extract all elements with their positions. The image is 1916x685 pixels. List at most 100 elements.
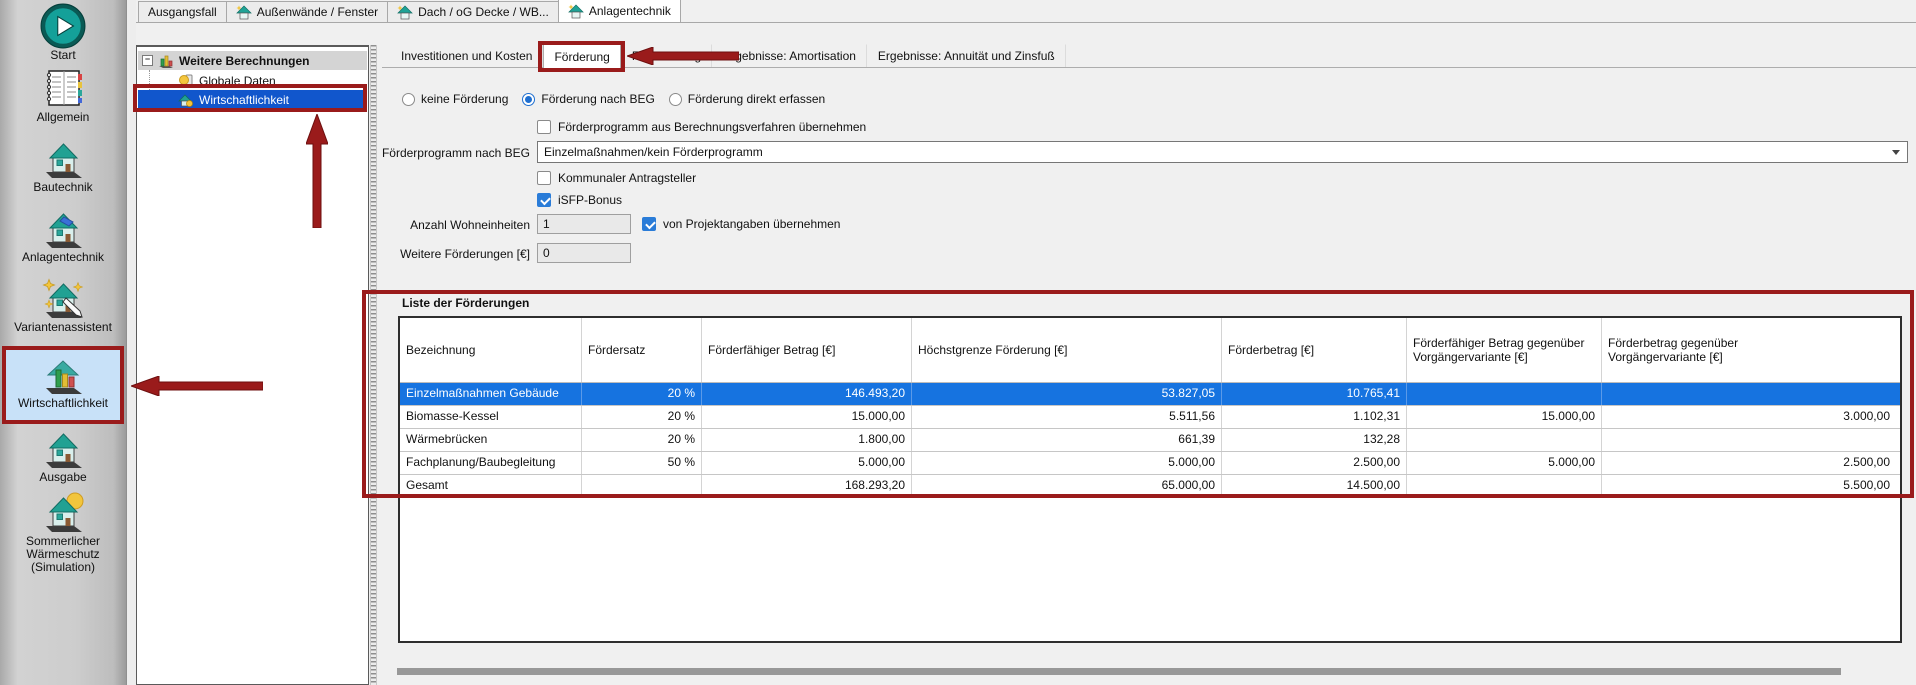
checkbox-foerderprogramm-uebernehmen[interactable]: Förderprogramm aus Berechnungsverfahren … xyxy=(537,119,866,135)
anzahl-wohneinheiten-input[interactable] xyxy=(537,214,631,234)
radio-foerderung-direkt-erfassen[interactable]: Förderung direkt erfassen xyxy=(668,92,825,106)
column-header-2[interactable]: Fördersatz xyxy=(582,318,702,382)
sidebar-item-anlagentechnik[interactable]: Anlagentechnik xyxy=(0,206,126,264)
table-cell[interactable]: 50 % xyxy=(582,452,702,474)
table-cell[interactable]: 15.000,00 xyxy=(702,406,912,428)
sidebar-item-label: Anlagentechnik xyxy=(21,250,105,264)
application-window: Start Allgemein Bautechnik Anlagentechnik Va… xyxy=(0,0,1916,685)
table-cell[interactable] xyxy=(1407,429,1602,451)
horizontal-scrollbar[interactable] xyxy=(397,668,1841,675)
table-cell[interactable]: 132,28 xyxy=(1222,429,1407,451)
table-cell[interactable] xyxy=(1407,475,1602,497)
table-cell[interactable]: Gesamt xyxy=(400,475,582,497)
tree-item-wirtschaftlichkeit[interactable]: Wirtschaftlichkeit xyxy=(138,90,367,110)
sidebar-item-allgemein[interactable]: Allgemein xyxy=(0,66,126,124)
table-cell[interactable]: Einzelmaßnahmen Gebäude xyxy=(400,383,582,405)
table-cell[interactable]: 53.827,05 xyxy=(912,383,1222,405)
table-cell[interactable]: 168.293,20 xyxy=(702,475,912,497)
table-row[interactable]: Wärmebrücken 20 % 1.800,00 661,39 132,28 xyxy=(400,429,1900,452)
checkbox-label: Förderprogramm aus Berechnungsverfahren … xyxy=(558,120,867,134)
radio-icon xyxy=(668,92,682,106)
content-tab-label: Finanzierung xyxy=(631,49,702,63)
table-cell[interactable]: 5.000,00 xyxy=(912,452,1222,474)
table-cell[interactable]: Wärmebrücken xyxy=(400,429,582,451)
foerderprogramm-combobox[interactable]: Einzelmaßnahmen/kein Förderprogramm xyxy=(537,141,1908,163)
checkbox-label: von Projektangaben übernehmen xyxy=(663,217,841,231)
column-header-3[interactable]: Förderfähiger Betrag [€] xyxy=(702,318,912,382)
content-tab-label: Ergebnisse: Annuität und Zinsfuß xyxy=(877,49,1055,63)
column-header-1[interactable]: Bezeichnung xyxy=(400,318,582,382)
sidebar-item-wirtschaftlichkeit[interactable]: Wirtschaftlichkeit xyxy=(2,346,124,424)
variant-tab-ausgangsfall[interactable]: Ausgangsfall xyxy=(138,1,227,22)
checkbox-isfp-bonus[interactable]: iSFP-Bonus xyxy=(537,192,622,208)
table-cell[interactable] xyxy=(582,475,702,497)
content-tab-ergebnisse-annuitaet[interactable]: Ergebnisse: Annuität und Zinsfuß xyxy=(867,44,1066,67)
table-cell[interactable]: 20 % xyxy=(582,406,702,428)
table-cell[interactable]: 5.500,00 xyxy=(1602,475,1896,497)
table-cell[interactable]: 2.500,00 xyxy=(1222,452,1407,474)
table-cell[interactable]: 3.000,00 xyxy=(1602,406,1896,428)
table-cell[interactable]: 146.493,20 xyxy=(702,383,912,405)
sidebar-item-start[interactable]: Start xyxy=(0,3,126,62)
table-cell[interactable]: 20 % xyxy=(582,429,702,451)
table-cell[interactable]: 1.800,00 xyxy=(702,429,912,451)
panel-splitter[interactable] xyxy=(370,45,377,685)
table-cell[interactable] xyxy=(1602,429,1896,451)
radio-foerderung-nach-beg[interactable]: Förderung nach BEG xyxy=(522,92,655,106)
house-solar-icon xyxy=(0,206,126,250)
table-row[interactable]: Fachplanung/Baubegleitung 50 % 5.000,00 5.0… xyxy=(400,452,1900,475)
table-cell[interactable]: 20 % xyxy=(582,383,702,405)
tree-expander-icon[interactable]: − xyxy=(142,55,153,66)
table-cell[interactable]: 2.500,00 xyxy=(1602,452,1896,474)
column-header-4[interactable]: Höchstgrenze Förderung [€] xyxy=(912,318,1222,382)
table-cell[interactable]: 5.000,00 xyxy=(1407,452,1602,474)
sidebar-item-sommerlicher-waermeschutz[interactable]: Sommerlicher Wärmeschutz (Simulation) xyxy=(0,490,126,574)
table-cell[interactable]: 14.500,00 xyxy=(1222,475,1407,497)
table-cell[interactable]: Fachplanung/Baubegleitung xyxy=(400,452,582,474)
sidebar-item-variantenassistent[interactable]: Variantenassistent xyxy=(0,276,126,334)
table-cell[interactable]: 661,39 xyxy=(912,429,1222,451)
calculation-tree-panel: − Weitere Berechnungen Globale Daten Wir… xyxy=(136,45,369,685)
table-cell[interactable] xyxy=(1407,383,1602,405)
table-cell[interactable]: 15.000,00 xyxy=(1407,406,1602,428)
table-cell[interactable]: 5.511,56 xyxy=(912,406,1222,428)
table-row[interactable]: Einzelmaßnahmen Gebäude 20 % 146.493,20 53.… xyxy=(400,383,1900,406)
variant-tab-aussenwaende-fenster[interactable]: Außenwände / Fenster xyxy=(225,1,389,22)
variant-house-icon xyxy=(397,5,413,20)
variant-tab-dach-og-decke[interactable]: Dach / oG Decke / WB... xyxy=(387,1,559,22)
table-row[interactable]: Gesamt 168.293,20 65.000,00 14.500,00 5.500,… xyxy=(400,475,1900,498)
table-cell[interactable]: 5.000,00 xyxy=(702,452,912,474)
weitere-foerderungen-input[interactable] xyxy=(537,243,631,263)
column-header-7[interactable]: Förderbetrag gegenüber Vorgängervariante… xyxy=(1602,318,1896,382)
variant-tab-anlagentechnik[interactable]: Anlagentechnik xyxy=(557,0,681,22)
content-tab-investitionen-und-kosten[interactable]: Investitionen und Kosten xyxy=(390,44,544,67)
column-header-5[interactable]: Förderbetrag [€] xyxy=(1222,318,1407,382)
table-cell[interactable]: 10.765,41 xyxy=(1222,383,1407,405)
tree-item-globale-daten[interactable]: Globale Daten xyxy=(138,71,367,91)
column-header-6[interactable]: Förderfähiger Betrag gegenüber Vorgänger… xyxy=(1407,318,1602,382)
radio-keine-foerderung[interactable]: keine Förderung xyxy=(402,92,508,106)
checkbox-kommunaler-antragsteller[interactable]: Kommunaler Antragsteller xyxy=(537,170,696,186)
checkbox-icon xyxy=(537,120,551,134)
foerderprogramm-nach-beg-label: Förderprogramm nach BEG xyxy=(381,146,530,160)
group-title-liste-der-foerderungen: Liste der Förderungen xyxy=(402,296,530,310)
combobox-value: Einzelmaßnahmen/kein Förderprogramm xyxy=(544,145,763,159)
sidebar-item-ausgabe[interactable]: Ausgabe xyxy=(0,426,126,484)
checkbox-label: iSFP-Bonus xyxy=(558,193,623,207)
checkbox-icon xyxy=(537,193,551,207)
table-row[interactable]: Biomasse-Kessel 20 % 15.000,00 5.511,56 1.10… xyxy=(400,406,1900,429)
table-cell[interactable]: Biomasse-Kessel xyxy=(400,406,582,428)
notebook-icon xyxy=(0,66,126,110)
content-tab-ergebnisse-amortisation[interactable]: Ergebnisse: Amortisation xyxy=(712,44,867,67)
content-tab-finanzierung[interactable]: Finanzierung xyxy=(621,44,713,67)
column-header-label: Förderbetrag gegenüber Vorgängervariante… xyxy=(1608,336,1739,364)
content-tab-foerderung[interactable]: Förderung xyxy=(543,44,621,68)
table-cell[interactable] xyxy=(1602,383,1896,405)
foerderungen-table: Bezeichnung Fördersatz Förderfähiger Betra… xyxy=(398,316,1902,643)
sidebar-item-bautechnik[interactable]: Bautechnik xyxy=(0,136,126,194)
table-body: Einzelmaßnahmen Gebäude 20 % 146.493,20 53.… xyxy=(400,383,1900,498)
table-cell[interactable]: 65.000,00 xyxy=(912,475,1222,497)
tree-item-weitere-berechnungen[interactable]: − Weitere Berechnungen xyxy=(138,51,367,70)
checkbox-von-projektangaben[interactable]: von Projektangaben übernehmen xyxy=(642,216,840,232)
table-cell[interactable]: 1.102,31 xyxy=(1222,406,1407,428)
